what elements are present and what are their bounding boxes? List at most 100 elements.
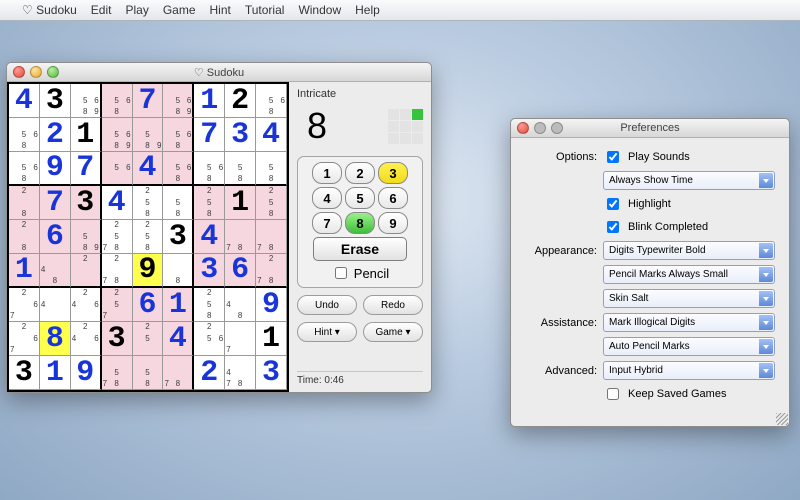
blink-checkbox[interactable] [607, 221, 619, 233]
cell-2-1[interactable]: 9 [40, 152, 71, 186]
close-icon[interactable] [517, 122, 529, 134]
hint-button[interactable]: Hint ▾ [297, 322, 357, 342]
pencil-checkbox[interactable] [335, 267, 347, 279]
close-icon[interactable] [13, 66, 25, 78]
cell-6-0[interactable]: 267 [9, 288, 40, 322]
cell-4-8[interactable]: 78 [256, 220, 287, 254]
cell-4-2[interactable]: 589 [71, 220, 102, 254]
cell-0-5[interactable]: 5689 [163, 84, 194, 118]
cell-7-7[interactable]: 7 [225, 322, 256, 356]
play-sounds-checkbox[interactable] [607, 151, 619, 163]
cell-8-4[interactable]: 58 [133, 356, 164, 390]
cell-7-8[interactable]: 1 [256, 322, 287, 356]
cell-4-6[interactable]: 4 [194, 220, 225, 254]
cell-5-6[interactable]: 3 [194, 254, 225, 288]
cell-5-5[interactable]: 8 [163, 254, 194, 288]
cell-7-2[interactable]: 246 [71, 322, 102, 356]
cell-7-6[interactable]: 256 [194, 322, 225, 356]
cell-7-5[interactable]: 4 [163, 322, 194, 356]
cell-6-5[interactable]: 1 [163, 288, 194, 322]
cell-1-7[interactable]: 3 [225, 118, 256, 152]
cell-7-4[interactable]: 25 [133, 322, 164, 356]
sudoku-board[interactable]: 4356895687568912568568215689589568734568… [7, 82, 289, 392]
keypad-3[interactable]: 3 [378, 162, 408, 184]
cell-3-8[interactable]: 258 [256, 186, 287, 220]
cell-4-1[interactable]: 6 [40, 220, 71, 254]
cell-6-8[interactable]: 9 [256, 288, 287, 322]
cell-1-5[interactable]: 568 [163, 118, 194, 152]
cell-5-4[interactable]: 9 [133, 254, 164, 288]
cell-1-8[interactable]: 4 [256, 118, 287, 152]
cell-5-7[interactable]: 6 [225, 254, 256, 288]
cell-5-8[interactable]: 278 [256, 254, 287, 288]
cell-5-1[interactable]: 48 [40, 254, 71, 288]
keypad-6[interactable]: 6 [378, 187, 408, 209]
cell-3-1[interactable]: 7 [40, 186, 71, 220]
undo-button[interactable]: Undo [297, 295, 357, 315]
time-popup[interactable]: Always Show Time [603, 171, 775, 190]
cell-0-6[interactable]: 1 [194, 84, 225, 118]
cell-2-4[interactable]: 4 [133, 152, 164, 186]
cell-1-4[interactable]: 589 [133, 118, 164, 152]
keypad-7[interactable]: 7 [312, 212, 342, 234]
cell-7-1[interactable]: 8 [40, 322, 71, 356]
keypad-9[interactable]: 9 [378, 212, 408, 234]
menu-help[interactable]: Help [355, 3, 380, 17]
cell-5-0[interactable]: 1 [9, 254, 40, 288]
game-button[interactable]: Game ▾ [363, 322, 423, 342]
cell-4-5[interactable]: 3 [163, 220, 194, 254]
cell-4-7[interactable]: 78 [225, 220, 256, 254]
cell-0-2[interactable]: 5689 [71, 84, 102, 118]
cell-7-3[interactable]: 3 [102, 322, 133, 356]
resize-handle[interactable] [776, 413, 788, 425]
digits-popup[interactable]: Digits Typewriter Bold [603, 241, 775, 260]
keypad-2[interactable]: 2 [345, 162, 375, 184]
cell-2-5[interactable]: 568 [163, 152, 194, 186]
erase-button[interactable]: Erase [313, 237, 407, 261]
cell-6-7[interactable]: 48 [225, 288, 256, 322]
cell-6-2[interactable]: 246 [71, 288, 102, 322]
cell-4-4[interactable]: 258 [133, 220, 164, 254]
zoom-icon[interactable] [47, 66, 59, 78]
cell-2-2[interactable]: 7 [71, 152, 102, 186]
cell-8-6[interactable]: 2 [194, 356, 225, 390]
cell-2-8[interactable]: 58 [256, 152, 287, 186]
cell-0-7[interactable]: 2 [225, 84, 256, 118]
cell-2-7[interactable]: 58 [225, 152, 256, 186]
cell-0-8[interactable]: 568 [256, 84, 287, 118]
cell-2-3[interactable]: 56 [102, 152, 133, 186]
cell-2-0[interactable]: 568 [9, 152, 40, 186]
keypad-1[interactable]: 1 [312, 162, 342, 184]
game-titlebar[interactable]: ♡ Sudoku [7, 63, 431, 82]
pencilmarks-popup[interactable]: Pencil Marks Always Small [603, 265, 775, 284]
redo-button[interactable]: Redo [363, 295, 423, 315]
cell-8-5[interactable]: 78 [163, 356, 194, 390]
cell-2-6[interactable]: 568 [194, 152, 225, 186]
minimize-icon[interactable] [30, 66, 42, 78]
cell-3-7[interactable]: 1 [225, 186, 256, 220]
cell-5-2[interactable]: 2 [71, 254, 102, 288]
menu-edit[interactable]: Edit [91, 3, 112, 17]
cell-8-8[interactable]: 3 [256, 356, 287, 390]
keypad-5[interactable]: 5 [345, 187, 375, 209]
cell-8-7[interactable]: 478 [225, 356, 256, 390]
menu-play[interactable]: Play [125, 3, 148, 17]
cell-0-0[interactable]: 4 [9, 84, 40, 118]
cell-8-0[interactable]: 3 [9, 356, 40, 390]
illogical-popup[interactable]: Mark Illogical Digits [603, 313, 775, 332]
skin-popup[interactable]: Skin Salt [603, 289, 775, 308]
cell-0-4[interactable]: 7 [133, 84, 164, 118]
cell-1-2[interactable]: 1 [71, 118, 102, 152]
cell-8-2[interactable]: 9 [71, 356, 102, 390]
cell-3-6[interactable]: 258 [194, 186, 225, 220]
cell-5-3[interactable]: 278 [102, 254, 133, 288]
keypad-4[interactable]: 4 [312, 187, 342, 209]
input-popup[interactable]: Input Hybrid [603, 361, 775, 380]
cell-1-0[interactable]: 568 [9, 118, 40, 152]
cell-6-1[interactable]: 4 [40, 288, 71, 322]
cell-3-4[interactable]: 258 [133, 186, 164, 220]
cell-0-3[interactable]: 568 [102, 84, 133, 118]
menu-game[interactable]: Game [163, 3, 196, 17]
menu-tutorial[interactable]: Tutorial [245, 3, 285, 17]
cell-8-1[interactable]: 1 [40, 356, 71, 390]
